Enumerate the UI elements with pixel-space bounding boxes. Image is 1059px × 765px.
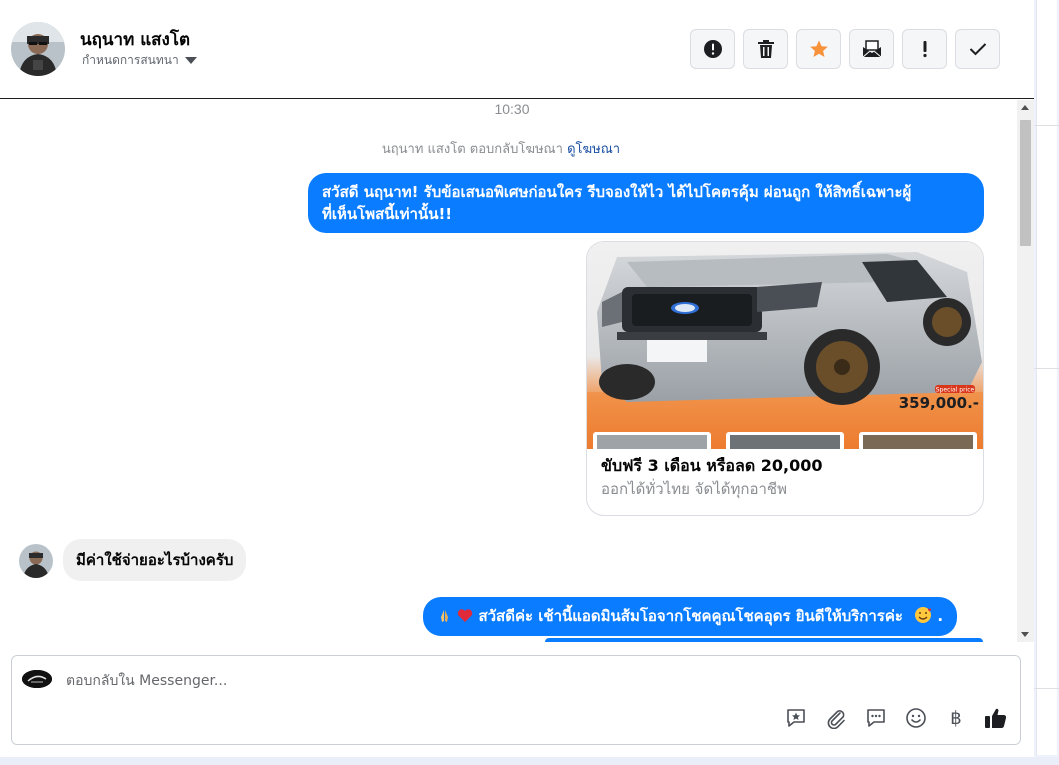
scroll-up-arrow-icon[interactable] bbox=[1021, 105, 1029, 110]
heart-emoji-icon bbox=[457, 607, 473, 622]
scrollbar-thumb[interactable] bbox=[1020, 120, 1031, 246]
message-text-line: ที่เห็นโพสนี้เท่านั้น!! bbox=[322, 205, 453, 223]
attachment-button[interactable] bbox=[824, 706, 848, 730]
panel-divider bbox=[1034, 688, 1059, 689]
attachment-icon bbox=[827, 710, 845, 729]
reply-input[interactable] bbox=[66, 670, 766, 692]
right-side-panel bbox=[1034, 0, 1059, 765]
next-message-peek bbox=[545, 638, 983, 642]
message-thread: 10:30 นฤนาท แสงโต ตอบกลับโฆษณา ดูโฆษณา ส… bbox=[0, 100, 1034, 642]
bottom-margin bbox=[0, 757, 1059, 765]
message-text: สวัสดีค่ะ เช้านี้แอดมินส้มโอจากโชคคูณโชค… bbox=[478, 607, 903, 625]
assign-conversation-dropdown[interactable]: กำหนดการสนทนา bbox=[82, 51, 197, 70]
exclamation-icon bbox=[922, 41, 927, 58]
trash-icon bbox=[757, 40, 774, 58]
done-button[interactable] bbox=[955, 29, 1000, 69]
star-icon bbox=[809, 40, 828, 57]
outgoing-message: สวัสดีค่ะ เช้านี้แอดมินส้มโอจากโชคคูณโชค… bbox=[423, 597, 958, 636]
conversation-toolbar bbox=[690, 29, 1000, 69]
star-button[interactable] bbox=[796, 29, 841, 69]
right-panel-edge bbox=[1036, 0, 1057, 755]
message-text-line: สวัสดี นฤนาท! รับข้อเสนอพิเศษก่อนใคร รีบ… bbox=[322, 183, 912, 201]
ad-card-subtitle: ออกได้ทั่วไทย จัดได้ทุกอาชีพ bbox=[601, 480, 787, 498]
panel-divider bbox=[1034, 125, 1059, 126]
baht-icon[interactable]: ฿ bbox=[944, 706, 968, 730]
assign-label: กำหนดการสนทนา bbox=[82, 53, 179, 67]
view-ad-link[interactable]: ดูโฆษณา bbox=[567, 142, 620, 157]
ad-card[interactable]: Special price 359,000.- ขับฟรี 3 เดือน ห… bbox=[586, 241, 984, 516]
conversation-header: นฤนาท แสงโต กำหนดการสนทนา bbox=[0, 0, 1034, 99]
ad-note-text: นฤนาท แสงโต ตอบกลับโฆษณา bbox=[381, 142, 563, 157]
pray-emoji-icon bbox=[437, 607, 452, 622]
composer-actions: ฿ bbox=[784, 706, 1008, 730]
page-avatar bbox=[22, 670, 52, 688]
price-label: 359,000.- bbox=[899, 394, 979, 412]
outgoing-message: สวัสดี นฤนาท! รับข้อเสนอพิเศษก่อนใคร รีบ… bbox=[308, 173, 984, 233]
message-timestamp: 10:30 bbox=[494, 101, 530, 117]
delete-button[interactable] bbox=[743, 29, 788, 69]
check-icon bbox=[969, 43, 986, 56]
chat-bubble-icon bbox=[867, 709, 885, 727]
chat-bubble-button[interactable] bbox=[864, 706, 888, 730]
contact-avatar[interactable] bbox=[11, 22, 65, 76]
ad-card-image: Special price 359,000.- bbox=[587, 242, 983, 449]
price-tag: Special price bbox=[936, 387, 975, 394]
emoji-button[interactable] bbox=[904, 706, 928, 730]
important-button[interactable] bbox=[902, 29, 947, 69]
envelope-icon bbox=[862, 40, 881, 58]
message-trailing: . bbox=[937, 607, 944, 625]
emoji-icon bbox=[906, 708, 926, 728]
spam-button[interactable] bbox=[690, 29, 735, 69]
ad-card-title: ขับฟรี 3 เดือน หรือลด 20,000 bbox=[601, 456, 823, 475]
like-button[interactable] bbox=[984, 706, 1008, 730]
saved-reply-button[interactable] bbox=[784, 706, 808, 730]
ad-reply-note: นฤนาท แสงโต ตอบกลับโฆษณา ดูโฆษณา bbox=[0, 138, 1002, 159]
caret-down-icon bbox=[184, 57, 197, 64]
panel-divider bbox=[1034, 368, 1059, 369]
smiling-hearts-emoji-icon bbox=[914, 606, 932, 624]
alert-circle-icon bbox=[703, 40, 722, 58]
contact-avatar-small[interactable] bbox=[19, 544, 53, 578]
scroll-down-arrow-icon[interactable] bbox=[1021, 632, 1029, 637]
mark-unread-button[interactable] bbox=[849, 29, 894, 69]
thumbs-up-icon bbox=[985, 708, 1007, 728]
reply-composer: ฿ bbox=[11, 655, 1021, 745]
thread-scrollbar[interactable] bbox=[1017, 100, 1034, 642]
contact-name: นฤนาท แสงโต bbox=[80, 30, 191, 50]
incoming-message: มีค่าใช้จ่ายอะไรบ้างครับ bbox=[63, 539, 247, 581]
saved-reply-icon bbox=[787, 709, 805, 727]
